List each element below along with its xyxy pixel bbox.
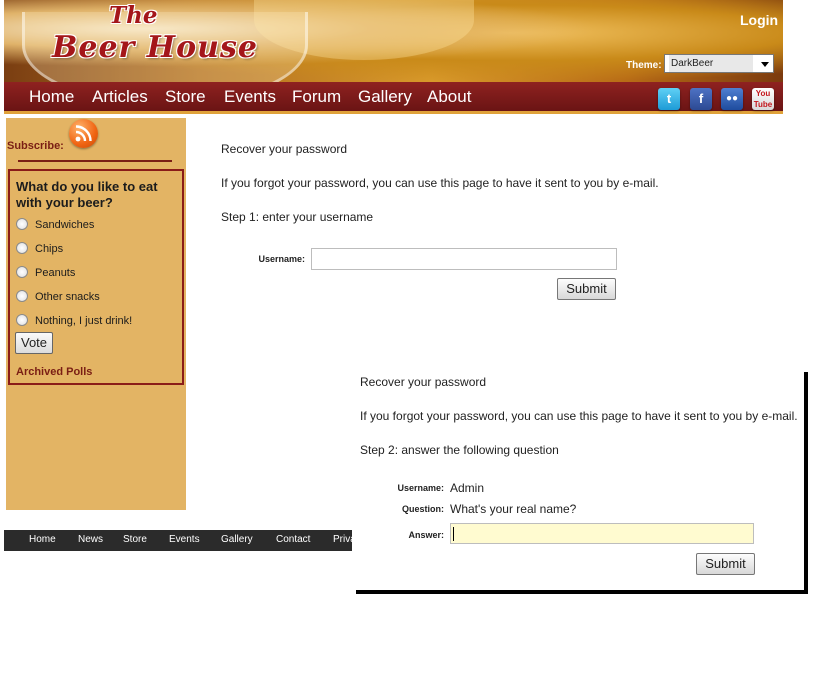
submit-button[interactable]: Submit xyxy=(557,278,616,300)
intro-text: If you forgot your password, you can use… xyxy=(360,409,798,423)
radio-button[interactable] xyxy=(16,242,28,254)
answer-label: Answer: xyxy=(408,530,444,540)
answer-input[interactable] xyxy=(450,523,754,544)
youtube-icon[interactable]: You Tube xyxy=(752,88,774,110)
logo-line2: Beer House xyxy=(52,30,258,65)
intro-text: If you forgot your password, you can use… xyxy=(221,176,659,190)
question-value: What's your real name? xyxy=(450,502,577,516)
login-link[interactable]: Login xyxy=(740,12,778,28)
nav-item-gallery[interactable]: Gallery xyxy=(358,87,412,107)
page-title: Recover your password xyxy=(221,142,348,156)
poll-box: What do you like to eat with your beer? … xyxy=(8,169,184,385)
nav-item-events[interactable]: Events xyxy=(224,87,276,107)
username-value: Admin xyxy=(450,481,485,495)
theme-select[interactable]: DarkBeer xyxy=(664,54,774,73)
footer-link-store[interactable]: Store xyxy=(123,534,147,545)
theme-selected-value: DarkBeer xyxy=(669,55,753,72)
footer-nav: Home News Store Events Gallery Contact P… xyxy=(4,530,356,551)
theme-label: Theme: xyxy=(626,60,662,71)
nav-item-store[interactable]: Store xyxy=(165,87,206,107)
poll-option[interactable]: Other snacks xyxy=(16,290,100,303)
step-heading: Step 1: enter your username xyxy=(221,210,374,224)
facebook-icon[interactable]: f xyxy=(690,88,712,110)
nav-item-forum[interactable]: Forum xyxy=(292,87,341,107)
username-label: Username: xyxy=(258,254,305,264)
poll-question: What do you like to eat with your beer? xyxy=(16,179,158,210)
footer-link-home[interactable]: Home xyxy=(29,534,56,545)
radio-button[interactable] xyxy=(16,218,28,230)
text-caret xyxy=(453,527,454,541)
footer-link-gallery[interactable]: Gallery xyxy=(221,534,253,545)
subscribe-label: Subscribe: xyxy=(7,140,64,152)
submit-button[interactable]: Submit xyxy=(696,553,755,575)
radio-button[interactable] xyxy=(16,314,28,326)
poll-option[interactable]: Peanuts xyxy=(16,266,75,279)
poll-option[interactable]: Sandwiches xyxy=(16,218,94,231)
archived-polls-link[interactable]: Archived Polls xyxy=(16,366,92,378)
question-label: Question: xyxy=(402,504,444,514)
footer-link-news[interactable]: News xyxy=(78,534,103,545)
footer-link-events[interactable]: Events xyxy=(169,534,200,545)
header-banner: The Beer House Login Theme: DarkBeer xyxy=(4,0,783,105)
radio-button[interactable] xyxy=(16,290,28,302)
page-title: Recover your password xyxy=(360,375,487,389)
twitter-icon[interactable]: t xyxy=(658,88,680,110)
vote-button[interactable]: Vote xyxy=(15,332,53,354)
radio-button[interactable] xyxy=(16,266,28,278)
nav-item-articles[interactable]: Articles xyxy=(92,87,148,107)
poll-option[interactable]: Chips xyxy=(16,242,63,255)
sidebar: Subscribe: What do you like to eat with … xyxy=(6,118,186,510)
logo-line1: The xyxy=(109,2,158,29)
chevron-down-icon xyxy=(761,62,769,67)
rss-icon[interactable] xyxy=(69,119,98,148)
step2-panel: Recover your password If you forgot your… xyxy=(352,368,804,590)
sidebar-divider xyxy=(18,160,172,162)
footer-link-contact[interactable]: Contact xyxy=(276,534,310,545)
username-input[interactable] xyxy=(311,248,617,270)
nav-item-about[interactable]: About xyxy=(427,87,471,107)
myspace-icon[interactable]: ●● xyxy=(721,88,743,110)
poll-option[interactable]: Nothing, I just drink! xyxy=(16,314,132,327)
step-heading: Step 2: answer the following question xyxy=(360,443,559,457)
main-nav: Home Articles Store Events Forum Gallery… xyxy=(4,82,783,114)
nav-item-home[interactable]: Home xyxy=(29,87,74,107)
username-label: Username: xyxy=(397,483,444,493)
